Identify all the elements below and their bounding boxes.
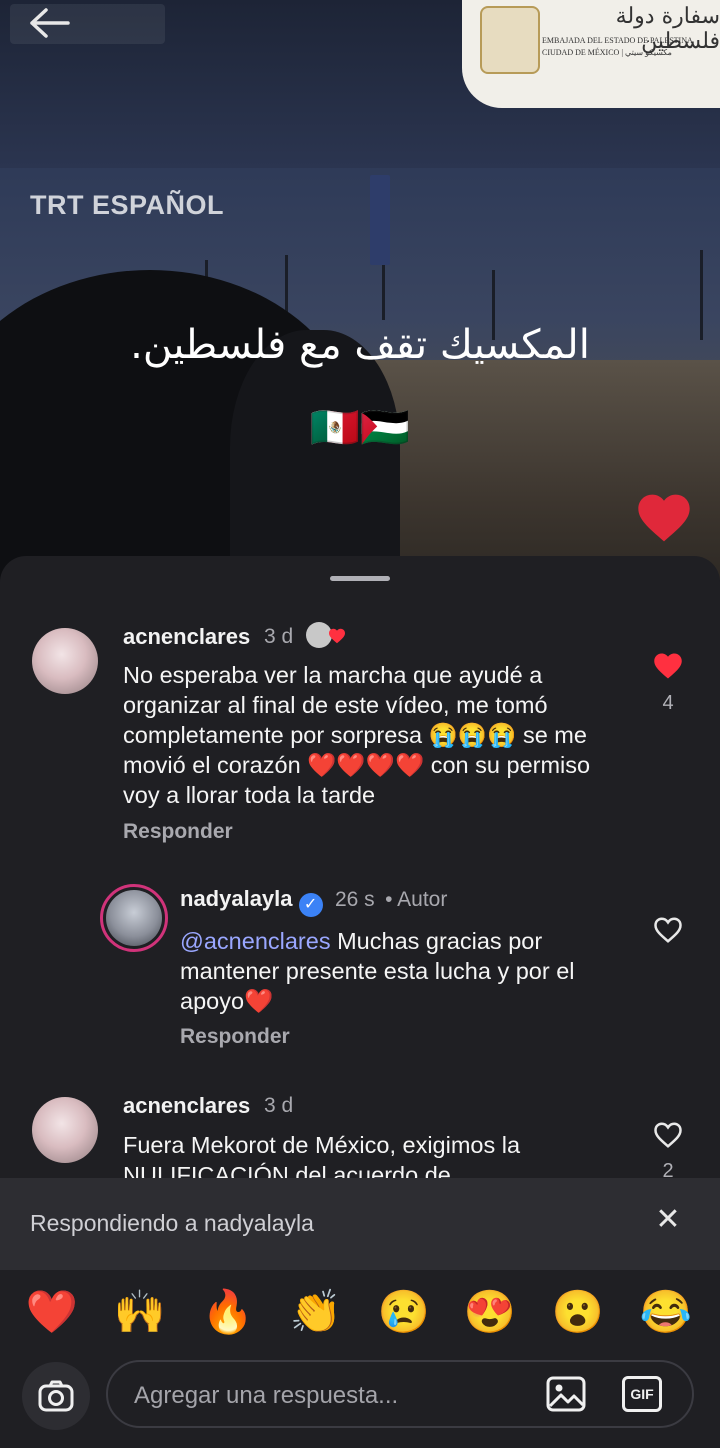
comment-text: Fuera Mekorot de México, exigimos la NUL… (123, 1132, 521, 1178)
replying-to-bar: Respondiendo a nadyalayla ✕ (0, 1178, 720, 1270)
creator-heart-icon (328, 628, 346, 644)
author-tag: • Autor (385, 888, 448, 911)
reply-input-placeholder: Agregar una respuesta... (134, 1382, 399, 1409)
back-arrow-icon[interactable] (26, 6, 86, 40)
emoji-heart-button[interactable]: ❤️ (22, 1286, 82, 1338)
emoji-raised-hands-button[interactable]: 🙌 (110, 1286, 170, 1338)
emoji-clap-button[interactable]: 👏 (286, 1286, 346, 1338)
emoji-surprised-button[interactable]: 😮 (548, 1286, 608, 1338)
reply-text: @acnenclares Muchas gracias por mantener… (180, 926, 620, 1016)
comment-time: 3 d (264, 1094, 294, 1117)
avatar[interactable] (100, 884, 168, 952)
embassy-logo: سفارة دولة فلسطين EMBAJADA DEL ESTADO DE… (462, 0, 720, 108)
mention-link[interactable]: @acnenclares (180, 928, 331, 954)
avatar[interactable] (32, 1097, 98, 1163)
emoji-crying-button[interactable]: 😢 (374, 1286, 434, 1338)
embassy-seal-icon (480, 6, 540, 74)
brand-watermark: TRT ESPAÑOL (30, 190, 224, 220)
like-count: 4 (662, 692, 674, 714)
video-headline: المكسيك تقف مع فلسطين. (130, 322, 590, 368)
comment-text: No esperaba ver la marcha que ayudé a or… (123, 662, 591, 808)
flag (370, 175, 390, 265)
emoji-laughing-button[interactable]: 😂 (636, 1286, 696, 1338)
camera-button[interactable] (22, 1362, 90, 1430)
emoji-fire-button[interactable]: 🔥 (198, 1286, 258, 1338)
drag-handle[interactable] (330, 576, 390, 581)
comment-username[interactable]: acnenclares (123, 1093, 250, 1119)
replying-to-label: Respondiendo a nadyalayla (30, 1210, 314, 1236)
image-icon[interactable] (546, 1376, 586, 1412)
reply-input[interactable]: Agregar una respuesta... GIF (106, 1360, 694, 1428)
camera-icon (38, 1380, 74, 1412)
comment-like-heart-outline-icon[interactable] (653, 916, 683, 944)
comment-time: 26 s (334, 888, 375, 911)
flag-emojis: 🇲🇽🇵🇸 (310, 406, 410, 450)
embassy-name-arabic: سفارة دولة فلسطين (615, 4, 720, 54)
comment-like-heart-outline-icon[interactable] (653, 1121, 683, 1149)
reply-button[interactable]: Responder (180, 1025, 290, 1049)
comment-time: 3 d (264, 625, 294, 648)
gif-icon[interactable]: GIF (622, 1376, 662, 1412)
comment-username[interactable]: nadyalayla (180, 886, 293, 911)
avatar-image (106, 890, 162, 946)
reply-header: nadyalayla ✓ 26 s • Autor (180, 886, 447, 917)
comment-like-heart-icon[interactable] (653, 652, 683, 680)
embassy-name-spanish: EMBAJADA DEL ESTADO DE PALESTINA (542, 36, 693, 45)
close-icon[interactable]: ✕ (652, 1202, 684, 1237)
comment-username[interactable]: acnenclares (123, 624, 250, 650)
avatar[interactable] (32, 628, 98, 694)
like-heart-icon[interactable] (636, 492, 692, 548)
comment-input-bar: Agregar una respuesta... GIF (0, 1350, 720, 1448)
like-count: 2 (662, 1160, 674, 1178)
embassy-city: CIUDAD DE MÉXICO | مكسيكو سيتي (542, 48, 672, 57)
emoji-heart-eyes-button[interactable]: 😍 (460, 1286, 520, 1338)
reply-button[interactable]: Responder (123, 820, 233, 844)
quick-emoji-row: ❤️ 🙌 🔥 👏 😢 😍 😮 😂 (0, 1270, 720, 1360)
verified-badge-icon: ✓ (298, 893, 323, 917)
video-background[interactable]: سفارة دولة فلسطين EMBAJADA DEL ESTADO DE… (0, 0, 720, 580)
